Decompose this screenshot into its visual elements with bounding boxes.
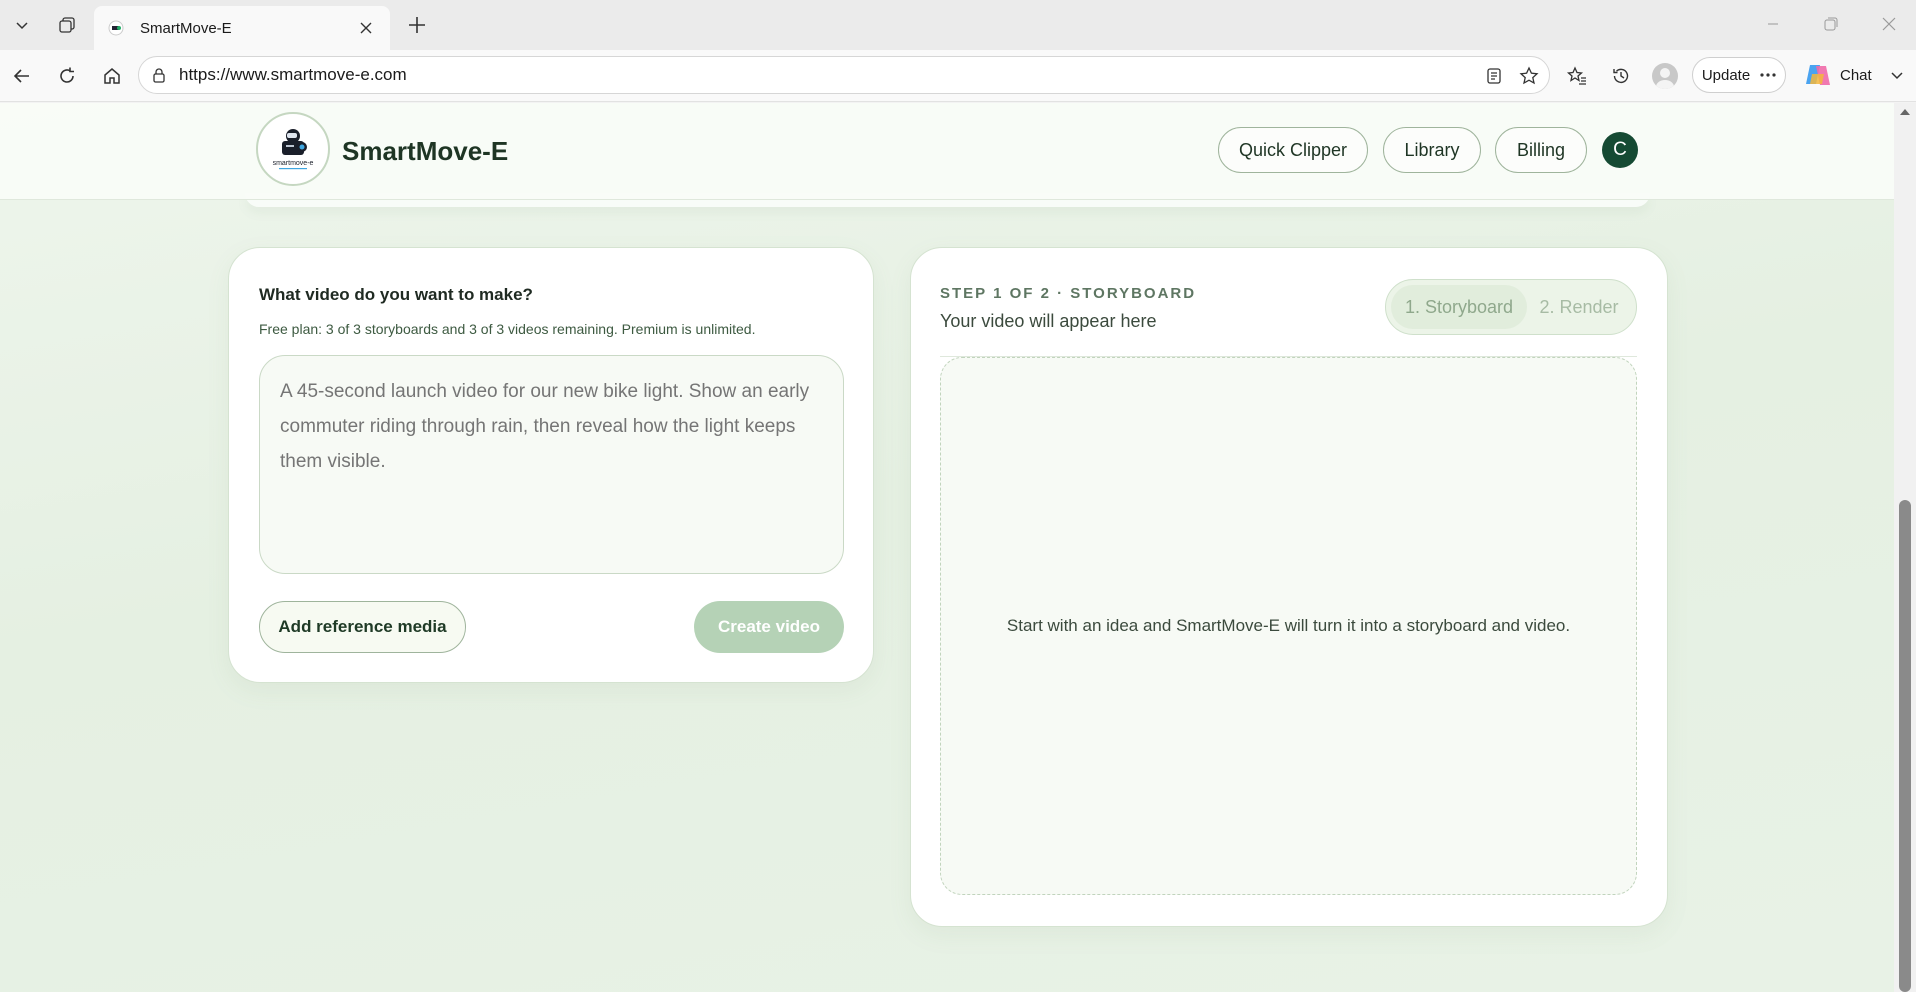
close-window-button[interactable] (1864, 8, 1914, 40)
browser-toolbar: https://www.smartmove-e.com Update Chat (0, 50, 1916, 102)
refresh-button[interactable] (51, 60, 83, 92)
browser-tab-active[interactable]: SmartMove-E (94, 6, 390, 50)
site-favicon-icon (108, 20, 124, 36)
video-preview-area: Start with an idea and SmartMove-E will … (940, 357, 1637, 895)
favorite-star-icon[interactable] (1519, 66, 1539, 86)
chevron-down-icon (1891, 72, 1903, 80)
site-header: smartmove-e SmartMove-E Quick Clipper Li… (0, 103, 1894, 200)
more-dots-icon (1760, 73, 1776, 77)
chevron-down-icon (16, 22, 28, 30)
close-icon (1882, 17, 1896, 31)
tab-storyboard[interactable]: 1. Storyboard (1391, 285, 1527, 329)
address-bar[interactable]: https://www.smartmove-e.com (138, 56, 1550, 94)
preview-subtitle: Your video will appear here (940, 311, 1157, 331)
favorites-button[interactable] (1561, 60, 1593, 92)
video-prompt-input[interactable] (259, 355, 844, 574)
arrow-left-icon (13, 69, 29, 83)
favorites-list-icon (1566, 66, 1586, 85)
update-label: Update (1701, 66, 1751, 84)
page-viewport: smartmove-e SmartMove-E Quick Clipper Li… (0, 103, 1894, 992)
home-button[interactable] (96, 60, 128, 92)
browser-tab-bar: SmartMove-E (0, 0, 1916, 50)
brand-name[interactable]: SmartMove-E (342, 136, 508, 167)
nav-library-button[interactable]: Library (1383, 127, 1481, 173)
url-text: https://www.smartmove-e.com (179, 65, 407, 84)
create-video-card: What video do you want to make? Free pla… (228, 247, 874, 683)
empty-state-message: Start with an idea and SmartMove-E will … (1006, 616, 1571, 635)
history-icon (1613, 68, 1629, 84)
step-indicator: STEP 1 OF 2 · STORYBOARD (940, 285, 1197, 302)
profile-avatar-icon (1652, 63, 1678, 89)
copilot-icon (1806, 65, 1830, 85)
refresh-icon (60, 67, 74, 83)
profile-button[interactable] (1649, 60, 1681, 92)
nav-quick-clipper-button[interactable]: Quick Clipper (1218, 127, 1368, 173)
brand-logo[interactable]: smartmove-e (256, 112, 330, 186)
tab-collections-icon (59, 17, 75, 33)
back-button[interactable] (6, 60, 38, 92)
nav-billing-button[interactable]: Billing (1495, 127, 1587, 173)
tab-list-dropdown-button[interactable] (5, 10, 39, 40)
workspaces-button[interactable] (50, 10, 84, 40)
new-tab-button[interactable] (400, 10, 434, 40)
home-icon (104, 68, 120, 84)
user-avatar[interactable]: C (1602, 132, 1638, 168)
minimize-icon (1768, 23, 1778, 25)
robot-camera-logo-icon: smartmove-e (273, 129, 314, 170)
create-video-button[interactable]: Create video (694, 601, 844, 653)
step-switcher: 1. Storyboard 2. Render (1385, 279, 1637, 335)
plan-usage-note: Free plan: 3 of 3 storyboards and 3 of 3… (259, 321, 756, 337)
lock-icon (153, 68, 165, 83)
tab-title: SmartMove-E (140, 19, 232, 37)
restore-icon (1824, 17, 1838, 31)
storyboard-preview-card: STEP 1 OF 2 · STORYBOARD Your video will… (910, 247, 1668, 927)
logo-wordmark: smartmove-e (273, 160, 314, 167)
create-title: What video do you want to make? (259, 285, 533, 304)
chat-label: Chat (1840, 66, 1872, 84)
history-button[interactable] (1605, 60, 1637, 92)
scroll-up-arrow-icon[interactable] (1897, 106, 1913, 116)
tab-render[interactable]: 2. Render (1527, 285, 1631, 329)
reader-view-icon[interactable] (1484, 66, 1504, 86)
update-browser-button[interactable]: Update (1692, 57, 1786, 93)
plus-icon (409, 17, 425, 33)
scrollbar-thumb[interactable] (1899, 500, 1911, 992)
close-tab-icon[interactable] (356, 18, 376, 38)
add-reference-media-button[interactable]: Add reference media (259, 601, 466, 653)
restore-window-button[interactable] (1806, 8, 1856, 40)
minimize-window-button[interactable] (1748, 8, 1798, 40)
copilot-chat-button[interactable]: Chat (1796, 57, 1914, 93)
